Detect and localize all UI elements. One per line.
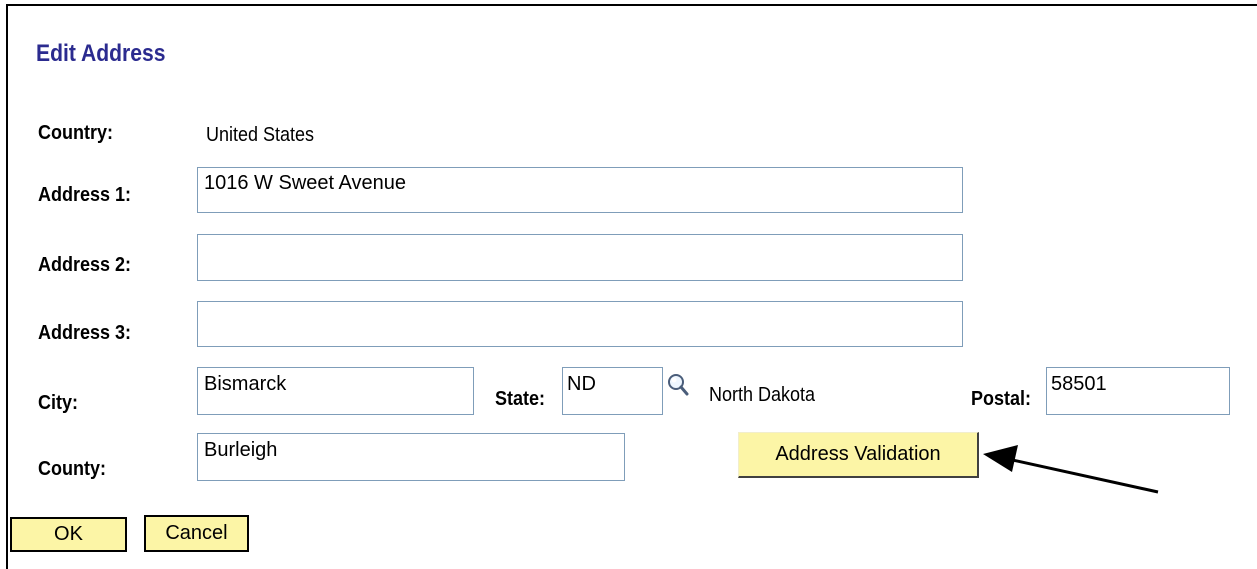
country-value: United States: [206, 124, 315, 146]
address3-label: Address 3:: [38, 322, 132, 344]
magnifier-lookup-icon[interactable]: [666, 372, 690, 398]
city-label: City:: [38, 392, 79, 414]
state-name: North Dakota: [709, 384, 816, 406]
city-field[interactable]: [197, 367, 474, 415]
page-title: Edit Address: [36, 40, 166, 67]
page-frame: [6, 4, 1257, 569]
address2-label: Address 2:: [38, 254, 132, 276]
address1-field[interactable]: [197, 167, 963, 213]
cancel-button[interactable]: Cancel: [144, 515, 249, 552]
state-label: State:: [495, 388, 546, 410]
county-field[interactable]: [197, 433, 625, 481]
address3-field[interactable]: [197, 301, 963, 347]
county-label: County:: [38, 458, 106, 480]
ok-button[interactable]: OK: [10, 517, 127, 552]
address-validation-button[interactable]: Address Validation: [738, 432, 979, 478]
state-field[interactable]: [562, 367, 663, 415]
country-label: Country:: [38, 122, 113, 144]
address2-field[interactable]: [197, 234, 963, 281]
postal-field[interactable]: [1046, 367, 1230, 415]
address1-label: Address 1:: [38, 184, 132, 206]
postal-label: Postal:: [971, 388, 1032, 410]
